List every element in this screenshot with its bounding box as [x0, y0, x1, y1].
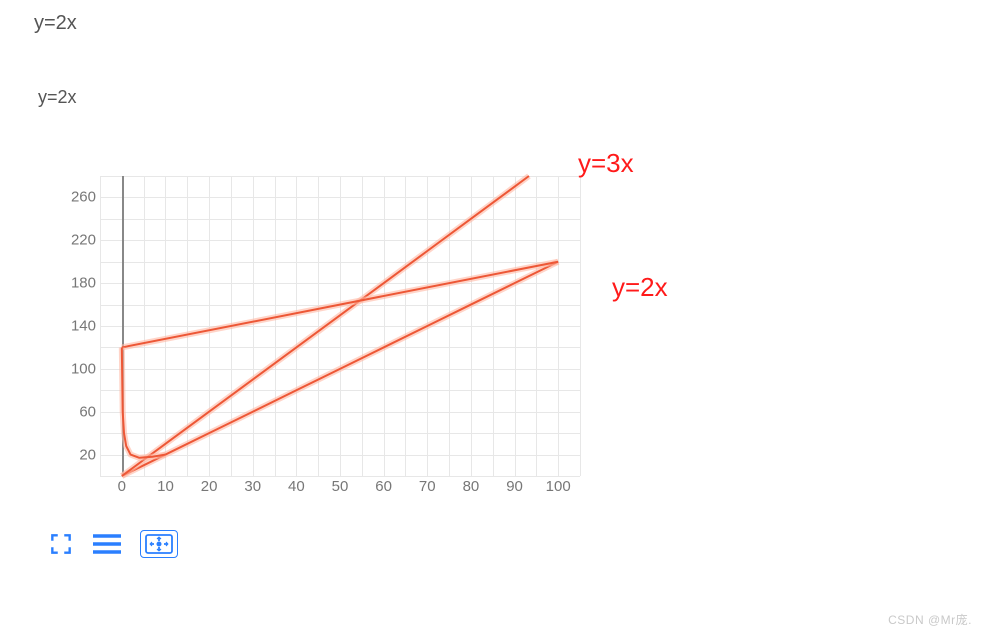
y-tick-label: 220 — [64, 232, 96, 249]
reset-zoom-icon[interactable] — [140, 530, 178, 558]
series-connector — [122, 262, 558, 348]
toolbar — [48, 530, 178, 558]
watermark: CSDN @Mr庞. — [888, 611, 972, 628]
annotation-y2x: y=2x — [612, 272, 668, 303]
y-tick-label: 20 — [64, 446, 96, 463]
y-axis-ticks: 20 60 100 140 180 220 260 — [64, 176, 96, 476]
x-tick-label: 10 — [157, 478, 174, 495]
list-icon[interactable] — [92, 533, 122, 555]
x-tick-label: 90 — [506, 478, 523, 495]
x-tick-label: 20 — [201, 478, 218, 495]
x-tick-label: 100 — [546, 478, 571, 495]
series-lines — [100, 176, 580, 476]
y-tick-label: 260 — [64, 189, 96, 206]
x-tick-label: 30 — [244, 478, 261, 495]
x-tick-label: 50 — [332, 478, 349, 495]
chart-title: y=2x — [0, 47, 986, 114]
x-tick-label: 80 — [463, 478, 480, 495]
annotation-y3x: y=3x — [578, 148, 634, 179]
series-y=3x — [122, 176, 529, 476]
x-axis-ticks: 0 10 20 30 40 50 60 70 80 90 100 — [100, 478, 580, 502]
plot-area — [100, 176, 580, 476]
x-tick-label: 0 — [118, 478, 126, 495]
page-title: y=2x — [0, 0, 986, 47]
y-tick-label: 140 — [64, 318, 96, 335]
x-tick-label: 70 — [419, 478, 436, 495]
y-tick-label: 60 — [64, 403, 96, 420]
series-y=2x — [122, 262, 558, 476]
y-tick-label: 180 — [64, 275, 96, 292]
x-tick-label: 60 — [375, 478, 392, 495]
y-tick-label: 100 — [64, 360, 96, 377]
fullscreen-icon[interactable] — [48, 531, 74, 557]
chart: 20 60 100 140 180 220 260 0 10 20 30 40 50 60 70 80 90 1… — [38, 166, 598, 506]
x-tick-label: 40 — [288, 478, 305, 495]
